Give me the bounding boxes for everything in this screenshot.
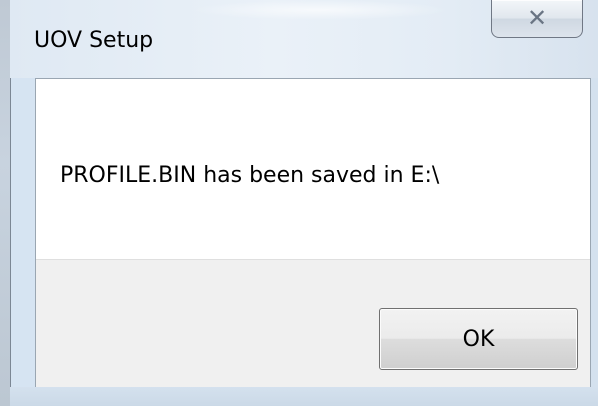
ok-button[interactable]: OK [379,308,578,370]
window-bottom-frame [10,387,598,406]
close-icon: ✕ [526,4,548,32]
window-title: UOV Setup [34,28,154,53]
title-bar[interactable]: UOV Setup ✕ [10,0,598,78]
message-text: PROFILE.BIN has been saved in E:\ [60,163,440,188]
dialog-window: UOV Setup ✕ PROFILE.BIN has been saved i… [0,0,598,406]
button-bar: OK [36,259,590,387]
dialog-client-area: PROFILE.BIN has been saved in E:\ OK [35,78,591,387]
close-button[interactable]: ✕ [491,0,583,38]
message-area: PROFILE.BIN has been saved in E:\ [36,79,590,259]
window-right-frame [591,78,598,387]
